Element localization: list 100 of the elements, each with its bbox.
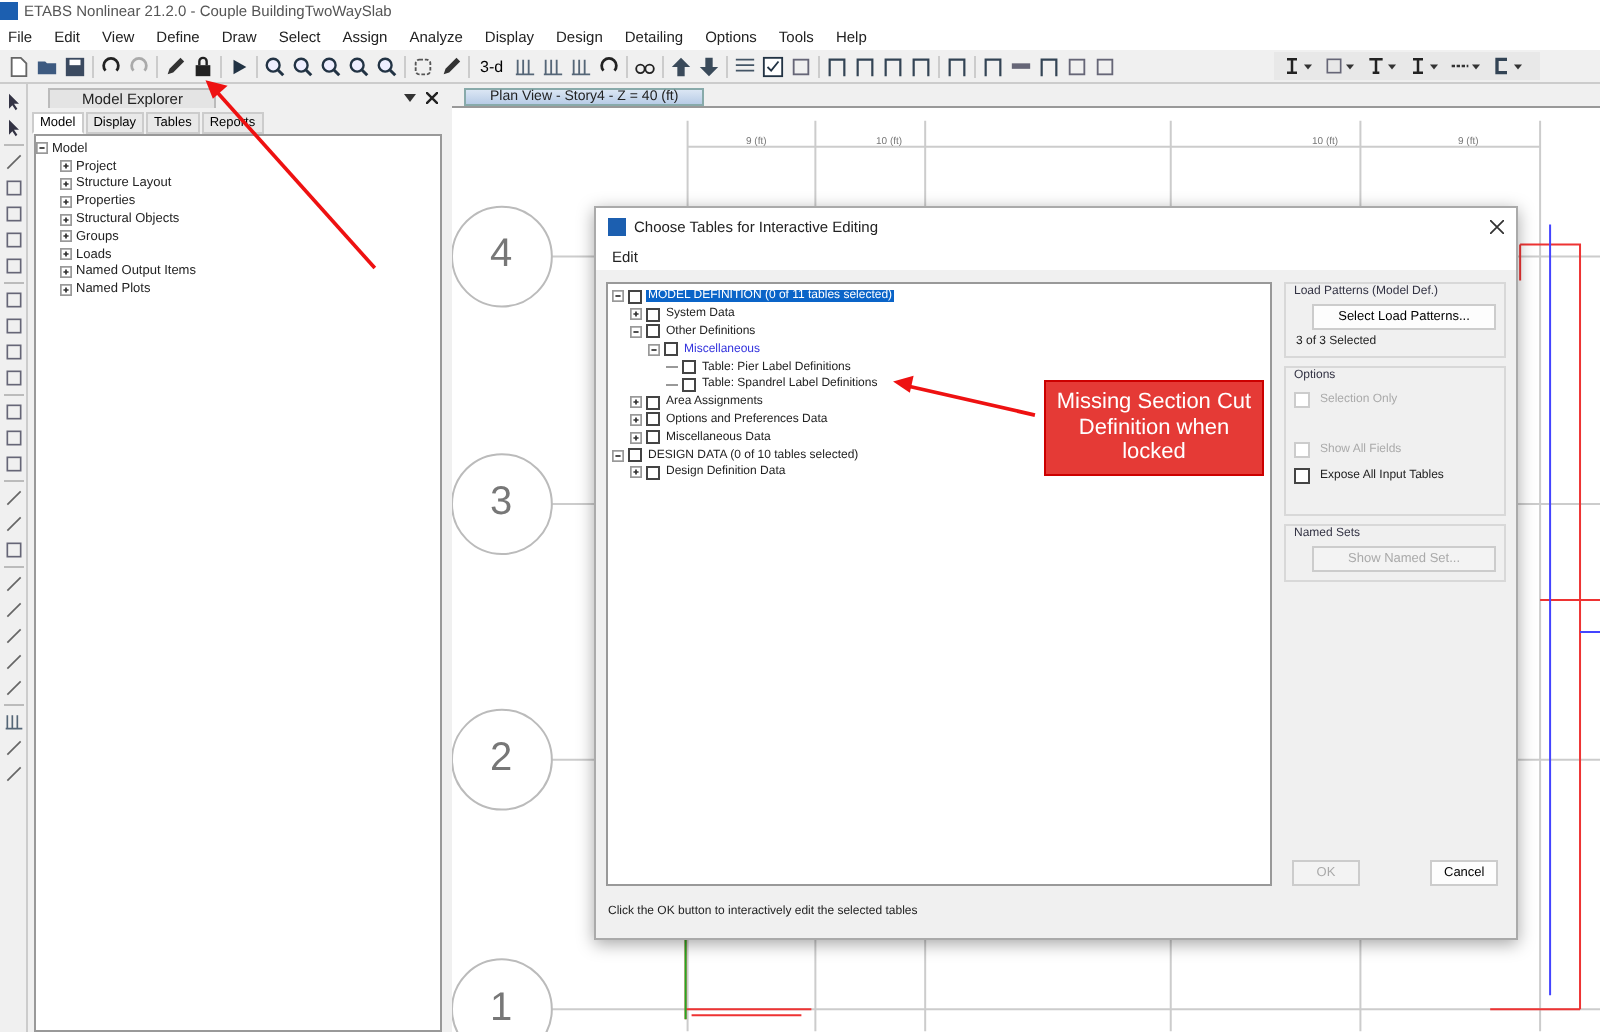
line-icon[interactable] (3, 626, 23, 646)
collapse-icon[interactable] (630, 325, 642, 338)
expand-icon[interactable] (60, 283, 72, 296)
i-beam-icon[interactable] (1282, 56, 1302, 76)
checkbox[interactable] (682, 377, 696, 392)
collapse-icon[interactable] (612, 290, 624, 303)
square-icon[interactable] (3, 454, 23, 474)
frame-icon[interactable] (853, 55, 876, 77)
frame-icon[interactable] (881, 55, 904, 77)
square-icon[interactable] (789, 55, 812, 77)
dropdown-arrow-icon[interactable] (404, 92, 416, 104)
expand-icon[interactable] (60, 160, 72, 173)
expand-icon[interactable] (60, 248, 72, 261)
expand-icon[interactable] (630, 396, 642, 409)
expand-icon[interactable] (60, 177, 72, 190)
square-icon[interactable] (3, 428, 23, 448)
square-icon[interactable] (3, 178, 23, 198)
t-beam-icon[interactable] (1366, 56, 1386, 76)
square-icon[interactable] (3, 402, 23, 422)
square-icon[interactable] (3, 368, 23, 388)
app-logo-icon (0, 2, 18, 20)
checkbox[interactable] (646, 307, 660, 322)
line-icon[interactable] (3, 488, 23, 508)
app-logo-icon (608, 217, 626, 235)
checkbox[interactable] (646, 465, 660, 480)
frame-icon[interactable] (825, 55, 848, 77)
down-arrow-icon[interactable] (697, 55, 720, 77)
line-icon[interactable] (3, 764, 23, 784)
pencil-icon[interactable] (164, 55, 186, 77)
grid-icon[interactable] (513, 55, 536, 77)
save-icon[interactable] (64, 55, 86, 77)
grid-icon[interactable] (3, 712, 23, 732)
lock-icon[interactable] (192, 55, 214, 77)
dropdown-arrow-icon[interactable] (1430, 63, 1438, 69)
frame-icon[interactable] (909, 55, 932, 77)
line-icon[interactable] (3, 738, 23, 758)
line-icon[interactable] (3, 514, 23, 534)
square-icon[interactable] (3, 316, 23, 336)
zoom-icon[interactable] (348, 55, 370, 77)
dropdown-arrow-icon[interactable] (1304, 63, 1312, 69)
dropdown-arrow-icon[interactable] (1514, 63, 1522, 69)
checkbox[interactable] (628, 289, 642, 304)
expand-icon[interactable] (630, 466, 642, 479)
square-icon[interactable] (3, 290, 23, 310)
new-file-icon[interactable] (8, 55, 30, 77)
square-icon[interactable] (3, 540, 23, 560)
expand-icon[interactable] (60, 230, 72, 243)
grid-icon[interactable] (569, 55, 592, 77)
checkbox[interactable] (682, 360, 696, 375)
zoom-icon[interactable] (292, 55, 314, 77)
close-icon[interactable] (426, 92, 438, 104)
expand-icon[interactable] (630, 308, 642, 321)
frame-icon[interactable] (1037, 55, 1060, 77)
square-icon[interactable] (1324, 56, 1344, 76)
square-icon[interactable] (3, 342, 23, 362)
play-icon[interactable] (228, 55, 250, 77)
square-icon[interactable] (3, 204, 23, 224)
zoom-icon[interactable] (264, 55, 286, 77)
checkbox[interactable] (646, 395, 660, 410)
3d-view-button[interactable]: 3-d (476, 57, 508, 75)
checkbox[interactable] (628, 448, 642, 463)
line-icon[interactable] (3, 678, 23, 698)
expand-icon[interactable] (60, 195, 72, 208)
frame-icon[interactable] (981, 55, 1004, 77)
square-icon[interactable] (3, 256, 23, 276)
pen-icon[interactable] (440, 55, 462, 77)
dropdown-arrow-icon[interactable] (1388, 63, 1396, 69)
expand-icon[interactable] (630, 431, 642, 444)
rotate-icon[interactable] (597, 55, 620, 77)
up-arrow-icon[interactable] (669, 55, 692, 77)
collapse-icon[interactable] (612, 449, 624, 462)
square-icon[interactable] (3, 230, 23, 250)
frame-icon[interactable] (945, 55, 968, 77)
dropdown-arrow-icon[interactable] (1346, 63, 1354, 69)
checkbox[interactable] (646, 412, 660, 427)
checkbox[interactable] (664, 342, 678, 357)
square-icon[interactable] (1065, 55, 1088, 77)
collapse-icon[interactable] (648, 343, 660, 356)
dropdown-arrow-icon[interactable] (1472, 63, 1480, 69)
zoom-icon[interactable] (376, 55, 398, 77)
expand-icon[interactable] (630, 413, 642, 426)
grid-icon[interactable] (541, 55, 564, 77)
checkbox[interactable] (1294, 468, 1310, 484)
checkbox[interactable] (646, 430, 660, 445)
line-icon[interactable] (3, 600, 23, 620)
checkbox-icon[interactable] (761, 55, 784, 77)
checkbox[interactable] (646, 324, 660, 339)
line-icon[interactable] (3, 574, 23, 594)
undo-icon[interactable] (100, 55, 122, 77)
line-icon[interactable] (3, 152, 23, 172)
square-icon[interactable] (1093, 55, 1116, 77)
close-icon[interactable] (1490, 219, 1504, 233)
zoom-icon[interactable] (320, 55, 342, 77)
expand-icon[interactable] (60, 265, 72, 278)
expand-icon[interactable] (60, 213, 72, 226)
callout-note: Missing Section Cut Definition when locked (1044, 380, 1264, 476)
collapse-icon[interactable] (36, 142, 48, 155)
line-icon[interactable] (3, 652, 23, 672)
list-icon[interactable] (733, 55, 756, 77)
i-beam-icon[interactable] (1408, 56, 1428, 76)
